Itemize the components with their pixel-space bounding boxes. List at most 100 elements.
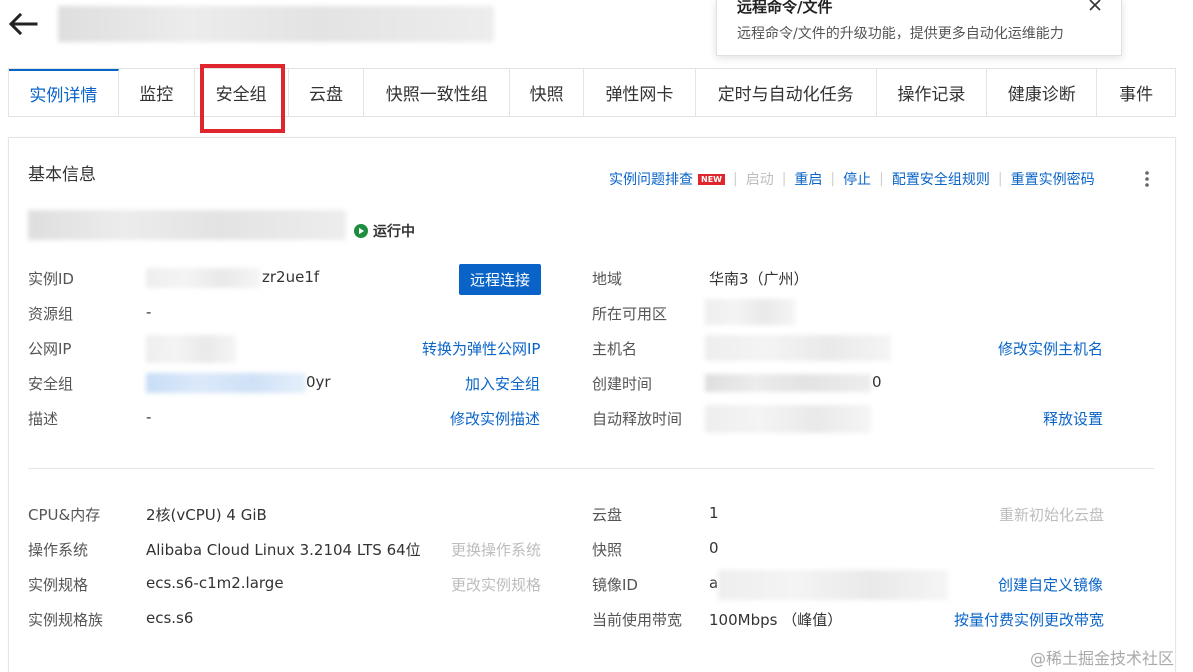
created-time-redacted: [705, 374, 871, 392]
zone-redacted: [705, 299, 795, 325]
tab-monitoring[interactable]: 监控: [119, 69, 195, 116]
action-bar: 实例问题排查 NEW | 启动 | 重启 | 停止 | 配置安全组规则 | 重置…: [609, 168, 1095, 190]
instance-family-value: ecs.s6: [146, 609, 194, 627]
resource-group-value: -: [146, 303, 152, 321]
public-ip-redacted: [146, 335, 236, 363]
tab-label: 云盘: [308, 85, 343, 105]
watermark: @稀土掘金技术社区: [1030, 649, 1175, 668]
reinit-disk-link[interactable]: 重新初始化云盘: [999, 504, 1104, 525]
tab-label: 弹性网卡: [605, 85, 674, 105]
arrow-left-icon: [8, 12, 38, 36]
troubleshoot-link[interactable]: 实例问题排查: [609, 169, 693, 189]
instance-type-link[interactable]: ecs.s6-c1m2.large: [146, 574, 284, 592]
instance-title-redacted: [58, 6, 494, 42]
hostname-redacted: [705, 335, 891, 361]
more-vertical-icon: [1145, 171, 1149, 187]
tab-cloud-disk[interactable]: 云盘: [289, 69, 365, 116]
tab-snapshot-consistency-group[interactable]: 快照一致性组: [364, 69, 511, 116]
label-auto-release-time: 自动释放时间: [592, 410, 683, 428]
divider: |: [732, 171, 738, 187]
change-instance-type-link[interactable]: 更改实例规格: [451, 574, 541, 595]
highlight-box: [200, 64, 285, 133]
tab-label: 快照一致性组: [385, 85, 488, 105]
security-group-link[interactable]: 0yr: [306, 373, 331, 391]
instance-name-redacted: [28, 210, 346, 240]
label-region: 地域: [592, 270, 623, 288]
label-created-time: 创建时间: [592, 375, 653, 393]
divider: |: [997, 171, 1003, 187]
label-public-ip: 公网IP: [28, 340, 72, 358]
tab-instance-details[interactable]: 实例详情: [9, 69, 119, 116]
section-title: 基本信息: [28, 165, 96, 185]
tab-label: 健康诊断: [1007, 85, 1076, 105]
region-value: 华南3（广州）: [709, 270, 809, 288]
label-bandwidth: 当前使用带宽: [592, 611, 683, 629]
security-group-id-redacted: [146, 373, 306, 393]
restart-button[interactable]: 重启: [794, 169, 822, 189]
snapshot-count[interactable]: 0: [709, 539, 719, 557]
tab-health-diagnosis[interactable]: 健康诊断: [987, 69, 1098, 116]
divider: |: [830, 171, 836, 187]
edit-hostname-link[interactable]: 修改实例主机名: [998, 338, 1103, 359]
stop-button[interactable]: 停止: [843, 169, 871, 189]
section-divider: [28, 468, 1154, 469]
change-os-link[interactable]: 更换操作系统: [451, 539, 541, 560]
label-instance-type: 实例规格: [28, 576, 89, 594]
cpu-memory-value: 2核(vCPU) 4 GiB: [146, 506, 267, 524]
cloud-disk-count[interactable]: 1: [709, 504, 719, 522]
tab-scheduled-tasks[interactable]: 定时与自动化任务: [696, 69, 877, 116]
label-instance-family: 实例规格族: [28, 611, 104, 629]
tab-label: 监控: [139, 85, 174, 105]
tooltip-close-button[interactable]: [1085, 0, 1105, 16]
label-hostname: 主机名: [592, 340, 638, 358]
bandwidth-value: 100Mbps （峰值）: [709, 611, 843, 629]
label-instance-id: 实例ID: [28, 270, 74, 288]
back-button[interactable]: [6, 10, 40, 38]
create-custom-image-link[interactable]: 创建自定义镜像: [998, 574, 1103, 595]
tab-label: 操作记录: [897, 85, 966, 105]
remote-command-tooltip: 远程命令/文件 远程命令/文件的升级功能，提供更多自动化运维能力: [716, 0, 1122, 56]
tab-label: 定时与自动化任务: [717, 85, 854, 105]
label-cpu-memory: CPU&内存: [28, 506, 101, 524]
change-bandwidth-link[interactable]: 按量付费实例更改带宽: [954, 609, 1104, 630]
release-settings-link[interactable]: 释放设置: [1043, 408, 1103, 429]
config-security-group-rules-link[interactable]: 配置安全组规则: [892, 169, 990, 189]
edit-description-link[interactable]: 修改实例描述: [450, 408, 540, 429]
label-zone: 所在可用区: [592, 305, 668, 323]
os-value: Alibaba Cloud Linux 3.2104 LTS 64位: [146, 541, 421, 559]
image-id-redacted: [718, 570, 948, 600]
label-image-id: 镜像ID: [592, 576, 638, 594]
remote-connect-button[interactable]: 远程连接: [459, 264, 541, 295]
label-description: 描述: [28, 410, 59, 428]
instance-tabs: 实例详情 监控 安全组 云盘 快照一致性组 快照 弹性网卡 定时与自动化任务 操…: [8, 68, 1176, 117]
auto-release-redacted: [705, 405, 871, 433]
label-snapshot: 快照: [592, 541, 623, 559]
tab-events[interactable]: 事件: [1097, 69, 1175, 116]
tab-operation-log[interactable]: 操作记录: [877, 69, 988, 116]
tooltip-title: 远程命令/文件: [737, 0, 833, 16]
status-badge: 运行中: [353, 221, 415, 241]
status-text: 运行中: [373, 224, 415, 240]
reset-password-link[interactable]: 重置实例密码: [1011, 169, 1095, 189]
remote-connect-label: 远程连接: [469, 271, 530, 289]
instance-id-redacted: [146, 268, 260, 288]
tooltip-body: 远程命令/文件的升级功能，提供更多自动化运维能力: [737, 26, 1064, 42]
created-time-value: 0: [872, 373, 882, 391]
new-badge: NEW: [698, 173, 725, 185]
running-icon: [354, 224, 368, 238]
tab-label: 事件: [1119, 85, 1154, 105]
tab-label: 快照: [529, 85, 564, 105]
label-os: 操作系统: [28, 541, 89, 559]
convert-eip-link[interactable]: 转换为弹性公网IP: [422, 338, 540, 359]
image-id-value: a: [709, 574, 719, 592]
more-button[interactable]: [1139, 169, 1155, 189]
join-security-group-link[interactable]: 加入安全组: [465, 373, 540, 394]
close-icon: [1089, 0, 1101, 11]
label-cloud-disk: 云盘: [592, 506, 623, 524]
tab-snapshot[interactable]: 快照: [510, 69, 585, 116]
divider: |: [781, 171, 787, 187]
start-button[interactable]: 启动: [746, 169, 774, 189]
label-resource-group: 资源组: [28, 305, 74, 323]
tab-elastic-nic[interactable]: 弹性网卡: [584, 69, 696, 116]
tab-label: 实例详情: [29, 85, 98, 106]
